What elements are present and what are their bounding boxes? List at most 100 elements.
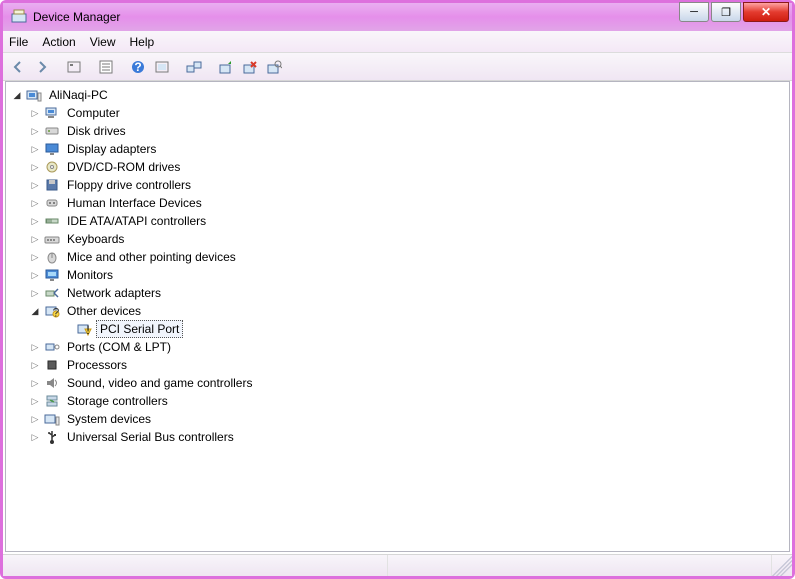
tree-category-7[interactable]: ▷ Keyboards [8,230,787,248]
tree-item-label: Computer [64,105,123,121]
tree-category-0[interactable]: ▷ Computer [8,104,787,122]
expander-icon[interactable]: ▷ [28,286,42,300]
tree-item-label: Universal Serial Bus controllers [64,429,237,445]
tree-category-6[interactable]: ▷ IDE ATA/ATAPI controllers [8,212,787,230]
system-icon [44,411,60,427]
update-driver-button[interactable] [215,56,237,78]
tree-category-15[interactable]: ▷ Storage controllers [8,392,787,410]
processor-icon [44,357,60,373]
tree-item-label: Sound, video and game controllers [64,375,255,391]
tree-category-17[interactable]: ▷ Universal Serial Bus controllers [8,428,787,446]
tree-device-11-0[interactable]: ! PCI Serial Port [8,320,787,338]
tree-category-13[interactable]: ▷ Processors [8,356,787,374]
expander-icon[interactable]: ◢ [10,88,24,102]
expander-icon[interactable] [60,322,74,336]
expander-icon[interactable]: ▷ [28,250,42,264]
svg-text:!: ! [86,323,89,337]
tree-item-label: Monitors [64,267,116,283]
tree-root-node[interactable]: ◢ AliNaqi-PC [8,86,787,104]
expander-icon[interactable]: ▷ [28,124,42,138]
svg-text:?: ? [134,60,141,74]
expander-icon[interactable]: ▷ [28,160,42,174]
minimize-button[interactable] [679,2,709,22]
tree-category-5[interactable]: ▷ Human Interface Devices [8,194,787,212]
scan-hardware-button[interactable] [263,56,285,78]
maximize-button[interactable] [711,2,741,22]
tree-item-label: IDE ATA/ATAPI controllers [64,213,209,229]
expander-icon[interactable]: ▷ [28,178,42,192]
port-icon [44,339,60,355]
dvd-icon [44,159,60,175]
tree-category-11[interactable]: ◢? Other devices [8,302,787,320]
tree-item-label: System devices [64,411,154,427]
tree-category-3[interactable]: ▷DVD/CD-ROM drives [8,158,787,176]
back-button[interactable] [7,56,29,78]
expander-icon[interactable]: ▷ [28,430,42,444]
expander-icon[interactable]: ▷ [28,142,42,156]
device-manager-window: Device Manager File Action View Help ? ◢… [0,0,795,579]
menu-help[interactable]: Help [130,35,155,49]
expander-icon[interactable]: ▷ [28,394,42,408]
titlebar[interactable]: Device Manager [3,3,792,31]
expander-icon[interactable]: ▷ [28,268,42,282]
menubar: File Action View Help [3,31,792,53]
menu-view[interactable]: View [90,35,116,49]
window-title: Device Manager [33,10,120,24]
show-hidden-button[interactable] [63,56,85,78]
tree-category-12[interactable]: ▷ Ports (COM & LPT) [8,338,787,356]
tree-category-1[interactable]: ▷ Disk drives [8,122,787,140]
tree-item-label: Other devices [64,303,144,319]
expander-icon[interactable]: ▷ [28,106,42,120]
tree-category-14[interactable]: ▷ Sound, video and game controllers [8,374,787,392]
tree-item-label: AliNaqi-PC [46,87,111,103]
disk-icon [44,123,60,139]
tree-item-label: PCI Serial Port [96,320,183,338]
monitor-icon [44,267,60,283]
warning-icon: ! [76,321,92,337]
app-icon [11,9,27,25]
tree-item-label: Mice and other pointing devices [64,249,239,265]
expander-icon[interactable]: ▷ [28,358,42,372]
ide-icon [44,213,60,229]
mouse-icon [44,249,60,265]
tree-item-label: Display adapters [64,141,159,157]
svg-text:?: ? [53,306,60,320]
expander-icon[interactable]: ▷ [28,214,42,228]
tree-item-label: Processors [64,357,130,373]
tree-category-8[interactable]: ▷ Mice and other pointing devices [8,248,787,266]
statusbar [3,554,792,576]
expander-icon[interactable]: ▷ [28,232,42,246]
menu-action[interactable]: Action [42,35,75,49]
uninstall-button[interactable] [239,56,261,78]
tree-view[interactable]: ◢ AliNaqi-PC ▷ Computer ▷ Disk drives ▷ Display… [5,81,790,552]
sound-icon [44,375,60,391]
network-icon [44,285,60,301]
menu-file[interactable]: File [9,35,28,49]
refresh-button[interactable] [151,56,173,78]
tree-category-4[interactable]: ▷Floppy drive controllers [8,176,787,194]
tree-item-label: Keyboards [64,231,127,247]
tree-category-9[interactable]: ▷ Monitors [8,266,787,284]
display-icon [44,141,60,157]
close-button[interactable] [743,2,789,22]
tree-item-label: Ports (COM & LPT) [64,339,174,355]
forward-button[interactable] [31,56,53,78]
root-icon [26,87,42,103]
help-button[interactable]: ? [127,56,149,78]
expander-icon[interactable]: ▷ [28,376,42,390]
usb-icon [44,429,60,445]
expander-icon[interactable]: ◢ [28,304,42,318]
tree-category-10[interactable]: ▷Network adapters [8,284,787,302]
properties-button[interactable] [95,56,117,78]
expander-icon[interactable]: ▷ [28,340,42,354]
storage-icon [44,393,60,409]
tree-category-2[interactable]: ▷ Display adapters [8,140,787,158]
tree-item-label: Disk drives [64,123,129,139]
floppy-icon [44,177,60,193]
remote-button[interactable] [183,56,205,78]
tree-item-label: Storage controllers [64,393,171,409]
tree-category-16[interactable]: ▷ System devices [8,410,787,428]
tree-item-label: Human Interface Devices [64,195,205,211]
expander-icon[interactable]: ▷ [28,196,42,210]
expander-icon[interactable]: ▷ [28,412,42,426]
